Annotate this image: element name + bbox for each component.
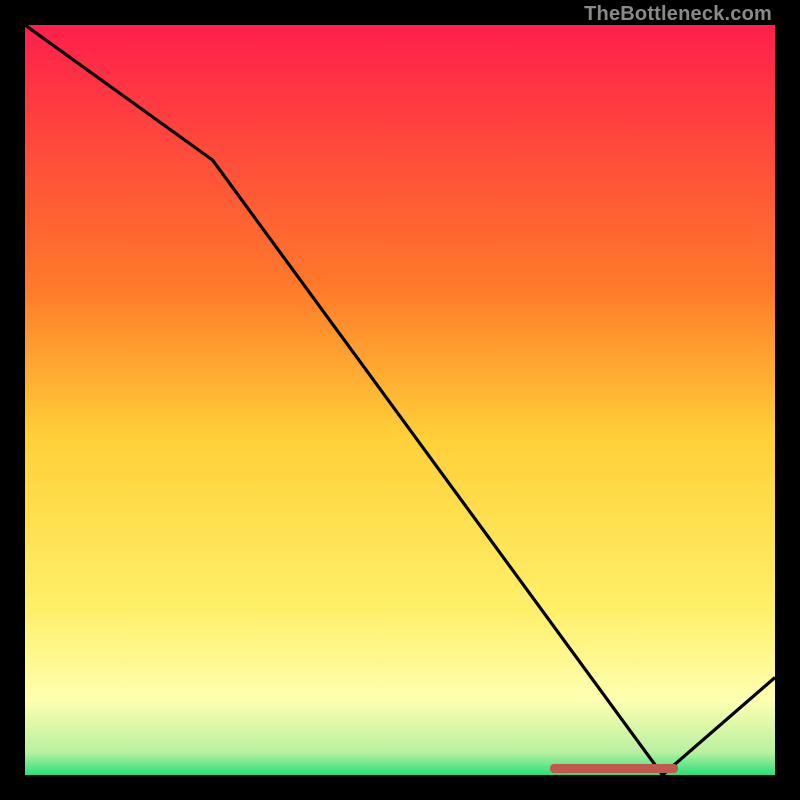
optimal-range-marker: [550, 764, 678, 773]
bottleneck-curve: [25, 25, 775, 775]
plot-area: [25, 25, 775, 775]
watermark-text: TheBottleneck.com: [584, 3, 772, 26]
chart-frame: TheBottleneck.com: [0, 0, 800, 800]
